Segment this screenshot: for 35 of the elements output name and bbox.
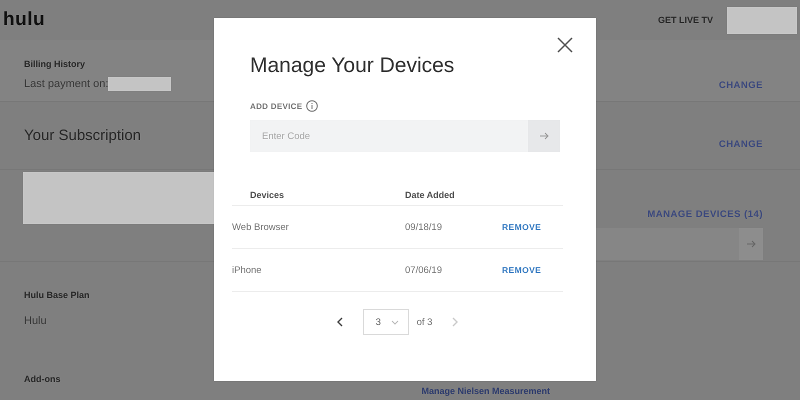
nielsen-link[interactable]: Manage Nielsen Measurement: [421, 386, 550, 396]
billing-history-title: Billing History: [24, 59, 86, 69]
column-header: Devices: [250, 190, 286, 200]
add-device-label: ADD DEVICE: [250, 102, 302, 110]
hulu-logo[interactable]: hulu: [3, 9, 46, 31]
date-added: 07/06/19: [405, 264, 443, 276]
close-icon[interactable]: [556, 36, 574, 54]
remove-link[interactable]: REMOVE: [502, 265, 542, 275]
base-plan-label: Hulu Base Plan: [24, 290, 90, 300]
page-total: of 3: [416, 316, 432, 328]
page-select[interactable]: 3: [362, 309, 409, 335]
change-link[interactable]: CHANGE: [718, 139, 763, 150]
live-tv-link[interactable]: GET LIVE TV: [658, 15, 713, 25]
remove-link[interactable]: REMOVE: [502, 222, 542, 232]
redacted-block: [108, 77, 172, 91]
subscription-title: Your Subscription: [24, 127, 142, 144]
previous-page-button[interactable]: [336, 317, 343, 327]
device-name: iPhone: [232, 264, 263, 276]
change-link[interactable]: CHANGE: [718, 80, 763, 91]
info-icon[interactable]: [306, 100, 318, 112]
dialog-title: Manage Your Devices: [250, 54, 456, 78]
arrow-icon: [539, 131, 549, 141]
manage-devices-link[interactable]: MANAGE DEVICES (14): [647, 209, 763, 220]
chevron-down-icon: [390, 320, 399, 324]
redacted-block: [727, 6, 797, 34]
arrow-icon: [746, 238, 756, 248]
code-field[interactable]: Enter Code: [250, 120, 528, 152]
chevron-left-icon: [336, 317, 343, 327]
date-added: 09/18/19: [405, 222, 443, 232]
column-header: Date Added: [405, 190, 456, 200]
addons-label: Add-ons: [24, 374, 60, 384]
chevron-right-icon: [452, 317, 458, 327]
last-payment-label: Last payment on:: [24, 78, 108, 90]
device-name: Web Browser: [232, 222, 290, 232]
base-plan-value: Hulu: [24, 315, 47, 327]
